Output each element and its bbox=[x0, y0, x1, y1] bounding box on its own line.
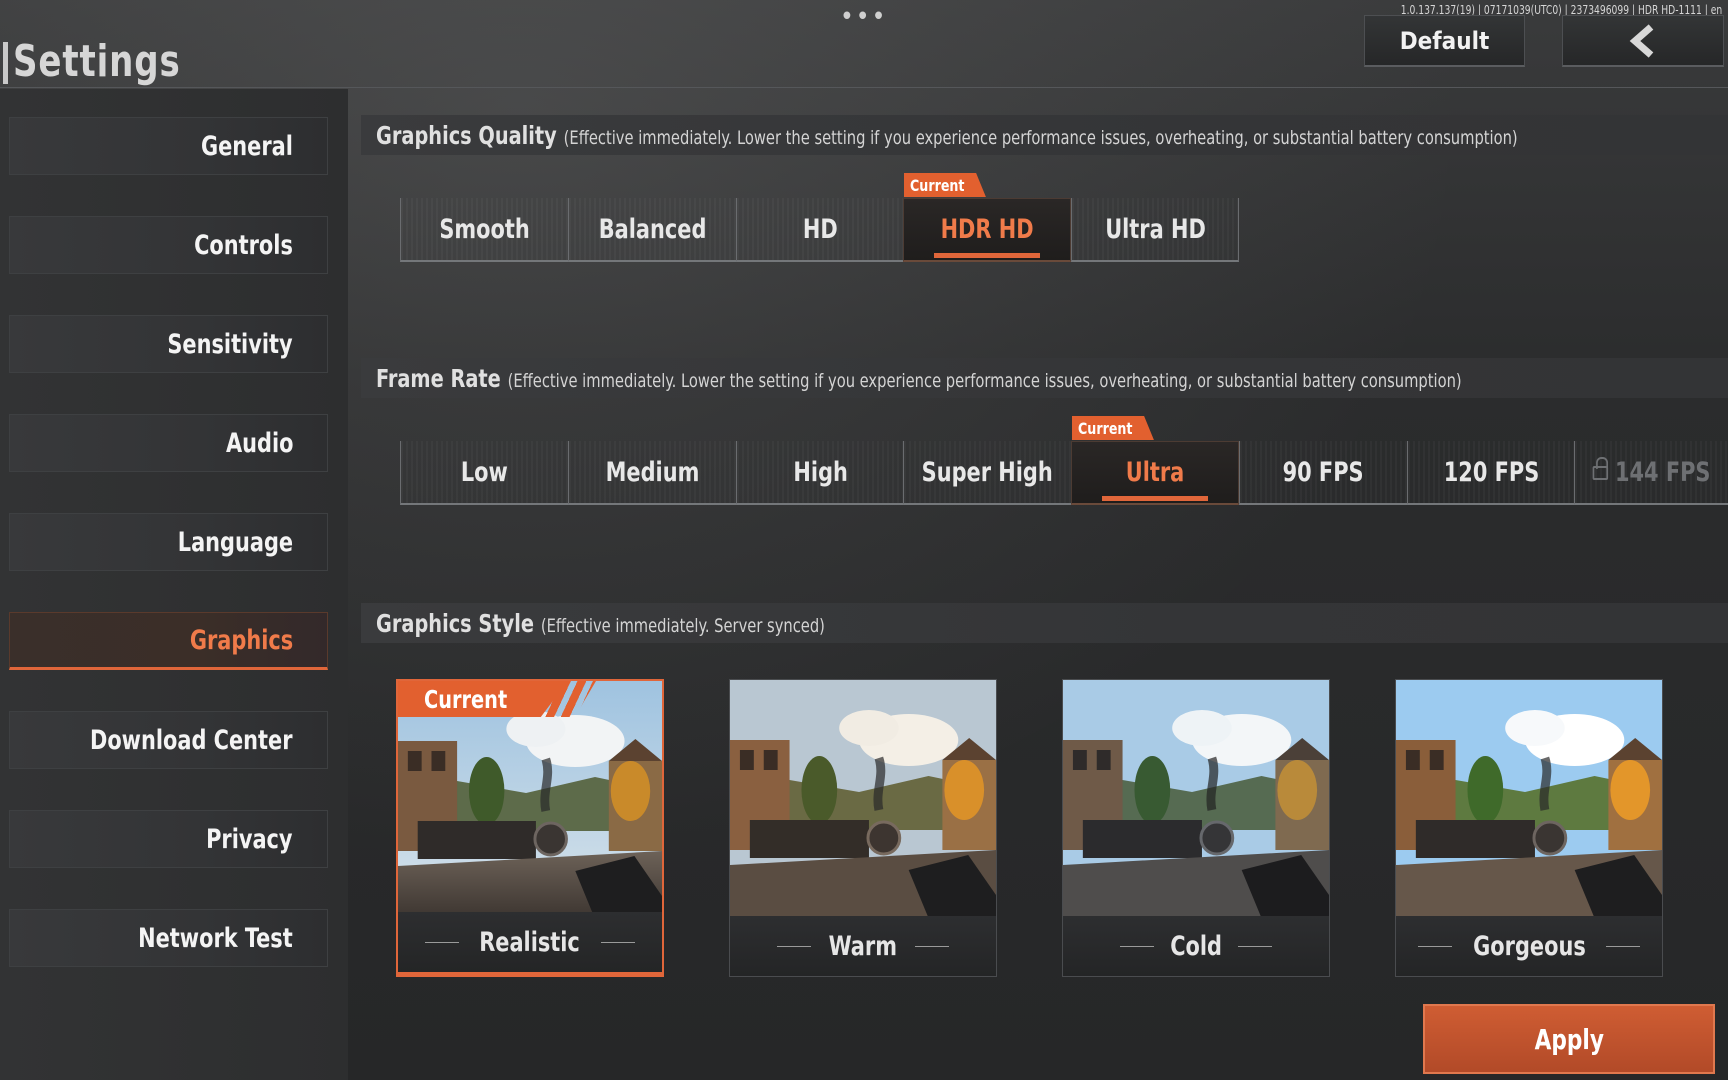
chevron-left-icon bbox=[1629, 23, 1654, 58]
apply-button-label: Apply bbox=[1534, 1022, 1604, 1056]
style-card-label-bar: Cold bbox=[1063, 916, 1329, 976]
graphics-style-note: (Effective immediately. Server synced) bbox=[540, 614, 825, 637]
sidebar-item-general[interactable]: General bbox=[9, 117, 328, 175]
apply-button[interactable]: Apply bbox=[1423, 1004, 1715, 1074]
style-card-label-bar: Warm bbox=[730, 916, 996, 976]
sidebar-item-network-test[interactable]: Network Test bbox=[9, 909, 328, 967]
graphics-quality-header: Graphics Quality (Effective immediately.… bbox=[361, 115, 1728, 155]
default-button-label: Default bbox=[1399, 26, 1490, 55]
style-card-label: Warm bbox=[828, 930, 898, 962]
default-button[interactable]: Default bbox=[1364, 15, 1525, 67]
graphics-style-title: Graphics Style bbox=[376, 608, 534, 638]
ellipsis-icon[interactable]: ••• bbox=[840, 2, 887, 32]
style-card-label-bar: Gorgeous bbox=[1396, 916, 1662, 976]
fps-option-medium[interactable]: Medium bbox=[568, 441, 736, 505]
top-bar: Settings ••• 1.0.137.137(19) | 07171039(… bbox=[0, 0, 1728, 88]
scene-thumbnail bbox=[730, 680, 996, 918]
scene-thumbnail bbox=[1063, 680, 1329, 918]
title-accent-bar bbox=[3, 42, 8, 84]
sidebar-item-download-center[interactable]: Download Center bbox=[9, 711, 328, 769]
quality-option-ultra-hd[interactable]: Ultra HD bbox=[1071, 198, 1239, 262]
fps-option-super-high[interactable]: Super High bbox=[903, 441, 1071, 505]
back-button[interactable] bbox=[1562, 15, 1724, 67]
scene-thumbnail bbox=[1396, 680, 1662, 918]
frame-rate-header: Frame Rate (Effective immediately. Lower… bbox=[361, 358, 1728, 398]
quality-option-balanced[interactable]: Balanced bbox=[568, 198, 736, 262]
page-title: Settings bbox=[13, 36, 181, 87]
style-card-gorgeous[interactable]: Gorgeous bbox=[1395, 679, 1663, 977]
quality-option-smooth[interactable]: Smooth bbox=[400, 198, 568, 262]
fps-option-90[interactable]: 90 FPS bbox=[1239, 441, 1407, 505]
frame-rate-title: Frame Rate bbox=[376, 363, 501, 393]
graphics-quality-note: (Effective immediately. Lower the settin… bbox=[563, 126, 1518, 149]
fps-option-low[interactable]: Low bbox=[400, 441, 568, 505]
fps-option-144-locked[interactable]: 144 FPS bbox=[1574, 441, 1728, 505]
quality-option-hdr-hd[interactable]: Current HDR HD bbox=[903, 173, 1071, 262]
style-card-cold[interactable]: Cold bbox=[1062, 679, 1330, 977]
style-card-label: Cold bbox=[1170, 930, 1222, 962]
current-tag: Current bbox=[398, 681, 568, 717]
sidebar-item-language[interactable]: Language bbox=[9, 513, 328, 571]
sidebar-item-sensitivity[interactable]: Sensitivity bbox=[9, 315, 328, 373]
style-card-warm[interactable]: Warm bbox=[729, 679, 997, 977]
sidebar: General Controls Sensitivity Audio Langu… bbox=[0, 89, 348, 1080]
fps-option-ultra[interactable]: Current Ultra bbox=[1071, 416, 1239, 505]
sidebar-item-audio[interactable]: Audio bbox=[9, 414, 328, 472]
sidebar-item-graphics[interactable]: Graphics bbox=[9, 612, 328, 670]
lock-icon bbox=[1592, 457, 1609, 480]
current-tag: Current bbox=[1072, 416, 1154, 440]
fps-option-120[interactable]: 120 FPS bbox=[1407, 441, 1575, 505]
frame-rate-note: (Effective immediately. Lower the settin… bbox=[507, 369, 1462, 392]
graphics-style-header: Graphics Style (Effective immediately. S… bbox=[361, 603, 1728, 643]
sidebar-item-controls[interactable]: Controls bbox=[9, 216, 328, 274]
quality-option-hd[interactable]: HD bbox=[736, 198, 904, 262]
style-card-label: Gorgeous bbox=[1472, 930, 1586, 962]
style-card-label: Realistic bbox=[479, 926, 581, 958]
graphics-quality-title: Graphics Quality bbox=[376, 120, 557, 150]
style-card-label-bar: Realistic bbox=[398, 912, 662, 972]
current-tag: Current bbox=[904, 173, 986, 197]
fps-option-high[interactable]: High bbox=[736, 441, 904, 505]
style-card-realistic[interactable]: Current Realistic bbox=[396, 679, 664, 977]
sidebar-item-privacy[interactable]: Privacy bbox=[9, 810, 328, 868]
